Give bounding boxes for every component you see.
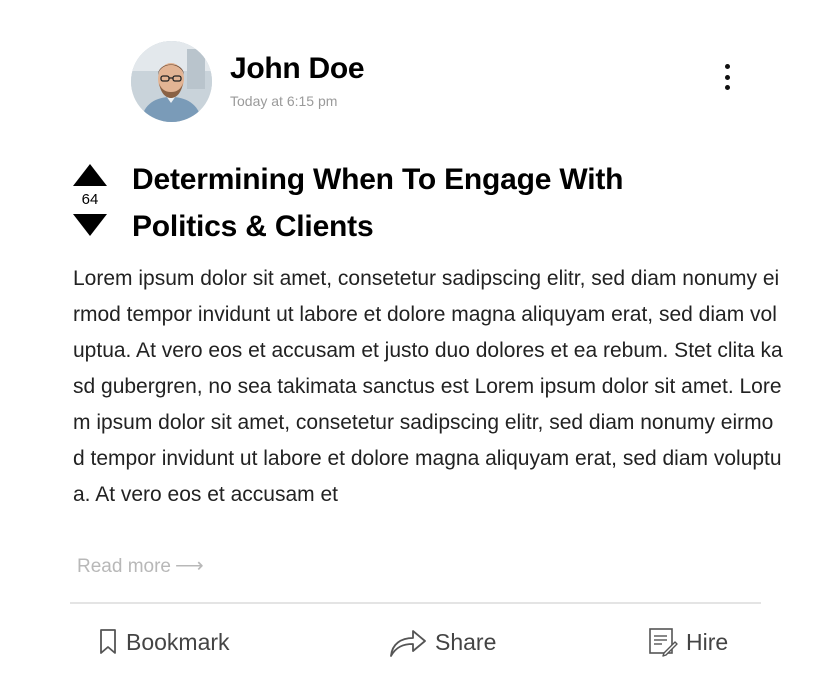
menu-dot	[724, 64, 730, 69]
arrow-right-icon: ⟶	[175, 555, 204, 577]
bookmark-icon	[100, 629, 116, 654]
share-label: Share	[435, 628, 497, 655]
read-more-link[interactable]: Read more ⟶	[77, 553, 204, 578]
post-timestamp: Today at 6:15 pm	[230, 93, 338, 109]
user-photo-avatar	[131, 41, 212, 122]
avatar[interactable]	[131, 41, 212, 122]
menu-dot	[724, 85, 730, 90]
hire-button[interactable]: Hire	[648, 624, 728, 660]
vote-count: 64	[81, 191, 99, 208]
downvote-arrow-icon[interactable]	[73, 214, 107, 236]
bookmark-label: Bookmark	[126, 628, 230, 655]
post-body: Lorem ipsum dolor sit amet, consetetur s…	[73, 267, 783, 506]
hire-label: Hire	[686, 628, 729, 655]
vote-control: 64	[72, 164, 108, 236]
bookmark-button[interactable]: Bookmark	[98, 624, 230, 660]
read-more-label: Read more	[77, 556, 171, 577]
divider	[70, 602, 761, 604]
post-title[interactable]: Determining When To Engage With Politics…	[132, 156, 732, 250]
more-vertical-icon[interactable]	[716, 62, 738, 92]
hire-document-icon	[649, 628, 678, 657]
upvote-arrow-icon[interactable]	[73, 164, 107, 186]
share-arrow-icon	[390, 630, 426, 657]
author-name[interactable]: John Doe	[230, 52, 365, 86]
menu-dot	[724, 74, 730, 80]
share-button[interactable]: Share	[389, 624, 496, 660]
